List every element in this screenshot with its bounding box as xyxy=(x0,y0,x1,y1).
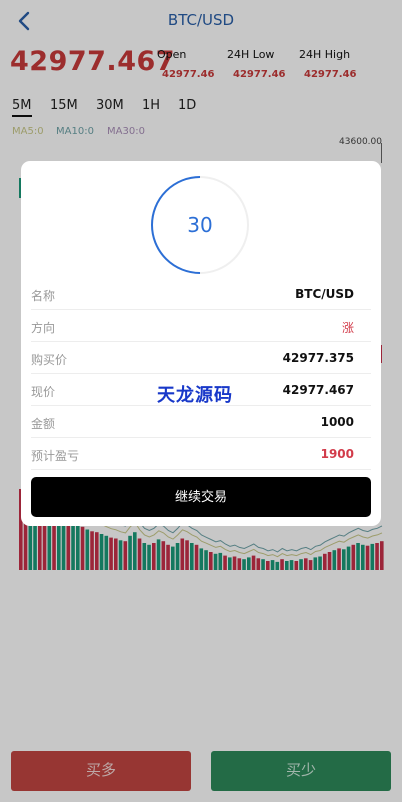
detail-row-expected-pnl: 预计盈亏 1900 xyxy=(31,438,371,470)
detail-row-buy-price: 购买价 42977.375 xyxy=(31,342,371,374)
detail-row-name: 名称 BTC/USD xyxy=(31,278,371,310)
detail-key: 购买价 xyxy=(31,353,68,367)
detail-value: 1000 xyxy=(320,415,354,429)
detail-value: BTC/USD xyxy=(295,287,354,301)
detail-value: 42977.467 xyxy=(282,383,354,397)
detail-key: 金额 xyxy=(31,417,56,431)
detail-value: 1900 xyxy=(320,447,354,461)
detail-key: 现价 xyxy=(31,385,56,399)
watermark-text: 天龙源码 xyxy=(157,385,233,406)
detail-value: 42977.375 xyxy=(282,351,354,365)
order-details: 名称 BTC/USD 方向 涨 购买价 42977.375 现价 42977.4… xyxy=(31,278,371,470)
order-result-dialog: 30 名称 BTC/USD 方向 涨 购买价 42977.375 现价 4297… xyxy=(21,161,381,526)
detail-row-amount: 金额 1000 xyxy=(31,406,371,438)
detail-value: 涨 xyxy=(341,321,354,335)
continue-trading-button[interactable]: 继续交易 xyxy=(31,477,371,517)
detail-key: 名称 xyxy=(31,289,56,303)
detail-key: 方向 xyxy=(31,321,56,335)
detail-row-direction: 方向 涨 xyxy=(31,310,371,342)
detail-key: 预计盈亏 xyxy=(31,449,80,463)
countdown-value: 30 xyxy=(187,213,213,237)
